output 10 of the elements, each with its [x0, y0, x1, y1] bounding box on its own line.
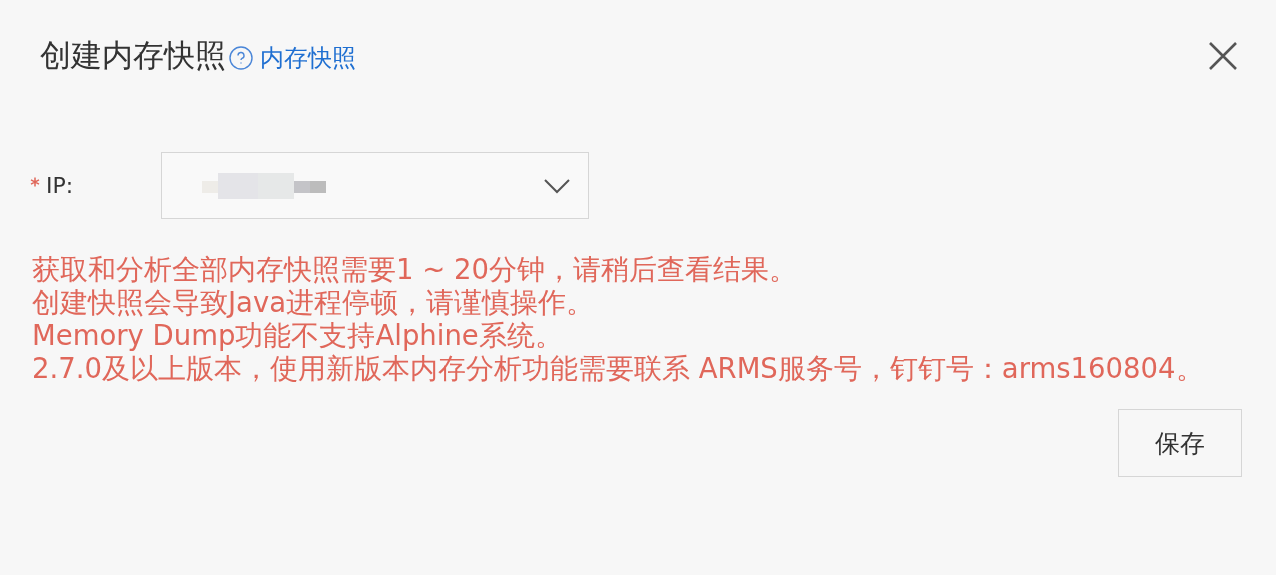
- field-label: IP:: [30, 173, 161, 198]
- help-icon[interactable]: [228, 45, 254, 71]
- warning-text: 创建快照会导致Java进程停顿，请谨慎操作。: [32, 286, 596, 319]
- help-link[interactable]: 内存快照: [260, 42, 356, 74]
- warning-text: 2.7.0及以上版本，使用新版本内存分析功能需要联系 ARMS服务号，钉钉号：arms160804。: [32, 352, 1205, 385]
- save-button[interactable]: 保存: [1118, 409, 1242, 477]
- dialog-title: 创建内存快照: [40, 36, 226, 75]
- warning-text: 获取和分析全部内存快照需要1 ~ 20分钟，请稍后查看结果。: [32, 253, 798, 286]
- warning-text: Memory Dump功能不支持Alphine系统。: [32, 319, 564, 352]
- chevron-down-icon: [544, 177, 570, 194]
